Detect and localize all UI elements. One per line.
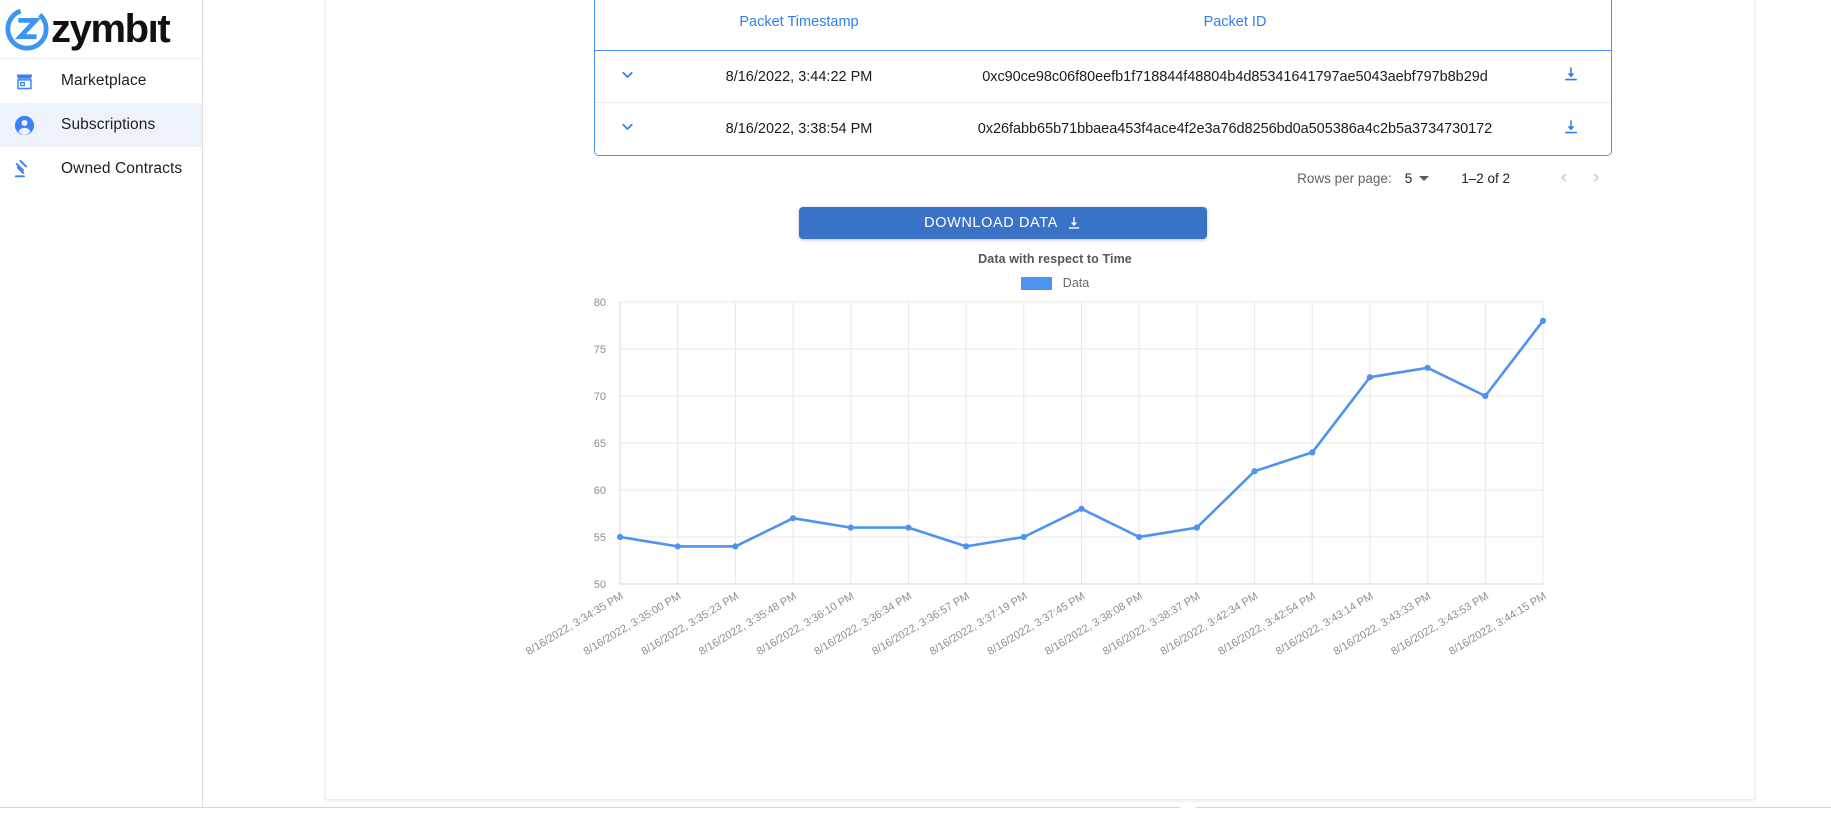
- sidebar: zymbıt Marketplace Subscriptions Owned C…: [0, 0, 203, 816]
- chevron-down-icon: [619, 66, 636, 88]
- y-axis-tick-label: 80: [594, 297, 606, 309]
- column-header-packet-id[interactable]: Packet ID: [939, 14, 1531, 30]
- row-download-button[interactable]: [1531, 118, 1611, 141]
- next-page-button[interactable]: ›: [1580, 162, 1612, 194]
- chart-data-point: [732, 543, 739, 550]
- chart-data-point: [1366, 374, 1374, 381]
- y-axis-tick-label: 65: [594, 438, 606, 450]
- chart-data-point: [963, 543, 970, 550]
- x-axis-tick-label: 8/16/2022, 3:42:54 PM: [1216, 590, 1318, 658]
- sidebar-item-marketplace[interactable]: Marketplace: [0, 59, 202, 103]
- chart-legend: Data: [525, 276, 1585, 290]
- row-expand-button[interactable]: [595, 118, 659, 140]
- chart-data-point: [1078, 505, 1085, 512]
- cell-packet-id: 0xc90ce98c06f80eefb1f718844f48804b4d8534…: [982, 68, 1488, 85]
- previous-page-button[interactable]: ‹: [1548, 162, 1580, 194]
- x-axis-tick-label: 8/16/2022, 3:37:45 PM: [985, 590, 1087, 658]
- row-expand-button[interactable]: [595, 66, 659, 88]
- packet-table: Packet Timestamp Packet ID 8/16/2022, 3:…: [594, 0, 1612, 156]
- y-axis-tick-label: 55: [594, 532, 606, 544]
- main-content: Packet Timestamp Packet ID 8/16/2022, 3:…: [325, 0, 1831, 816]
- y-axis-tick-label: 75: [594, 344, 606, 356]
- pagination-bar: Rows per page: 5 1–2 of 2 ‹ ›: [594, 160, 1612, 196]
- chart-title: Data with respect to Time: [978, 252, 1132, 266]
- download-icon: [1066, 215, 1082, 231]
- chart-data-point: [1539, 317, 1547, 324]
- x-axis-tick-label: 8/16/2022, 3:38:08 PM: [1043, 590, 1145, 658]
- x-axis-tick-label: 8/16/2022, 3:34:35 PM: [525, 590, 626, 658]
- chart-svg: 505560657075808/16/2022, 3:34:35 PM8/16/…: [525, 297, 1549, 658]
- x-axis-tick-label: 8/16/2022, 3:44:15 PM: [1447, 590, 1549, 658]
- x-axis-tick-label: 8/16/2022, 3:35:00 PM: [582, 590, 684, 658]
- logo-wordmark: zymbıt: [51, 7, 171, 51]
- cell-packet-id: 0x26fabb65b71bbaea453f4ace4f2e3a76d8256b…: [977, 121, 1493, 137]
- x-axis-tick-label: 8/16/2022, 3:36:10 PM: [755, 590, 857, 658]
- x-axis-tick-label: 8/16/2022, 3:35:48 PM: [697, 590, 799, 658]
- gavel-icon: [10, 155, 38, 183]
- legend-swatch-data: [1020, 276, 1052, 290]
- y-axis-tick-label: 50: [594, 579, 606, 591]
- logo[interactable]: zymbıt: [0, 0, 202, 59]
- x-axis-tick-label: 8/16/2022, 3:43:33 PM: [1332, 590, 1434, 658]
- x-axis-tick-label: 8/16/2022, 3:36:57 PM: [870, 590, 972, 658]
- x-axis-tick-label: 8/16/2022, 3:37:19 PM: [928, 590, 1030, 658]
- download-data-button-label: DOWNLOAD DATA: [924, 215, 1058, 231]
- x-axis-tick-label: 8/16/2022, 3:43:14 PM: [1274, 590, 1376, 658]
- chart-data-point: [1482, 392, 1489, 400]
- download-icon: [1562, 118, 1580, 141]
- cell-packet-timestamp: 8/16/2022, 3:38:54 PM: [725, 121, 873, 137]
- sidebar-item-label: Marketplace: [61, 72, 147, 89]
- chart-data-point: [789, 515, 797, 522]
- data-chart: Data with respect to Time Data 50 55 60 65 7…: [525, 252, 1585, 692]
- rows-per-page-value: 5: [1404, 170, 1413, 186]
- y-axis-tick-label: 60: [594, 485, 606, 497]
- chart-data-point: [905, 524, 912, 531]
- sidebar-item-subscriptions[interactable]: Subscriptions: [0, 103, 202, 147]
- row-download-button[interactable]: [1531, 65, 1611, 88]
- bottom-strip: [0, 807, 1831, 816]
- chart-data-point: [1193, 524, 1200, 531]
- storefront-icon: [10, 67, 38, 95]
- sidebar-item-owned-contracts[interactable]: Owned Contracts: [0, 147, 202, 191]
- bottom-divider-right: [1196, 807, 1831, 808]
- zymbit-logo-icon: [4, 6, 50, 52]
- x-axis-tick-label: 8/16/2022, 3:36:34 PM: [812, 590, 914, 658]
- cell-packet-timestamp: 8/16/2022, 3:44:22 PM: [725, 68, 873, 85]
- chart-data-point: [1424, 364, 1431, 371]
- chart-data-point: [1309, 449, 1316, 456]
- sidebar-item-label: Owned Contracts: [61, 160, 183, 177]
- x-axis-tick-label: 8/16/2022, 3:42:34 PM: [1159, 590, 1261, 658]
- rows-per-page-select[interactable]: 5: [1405, 171, 1430, 186]
- table-row[interactable]: 8/16/2022, 3:38:54 PM 0x26fabb65b71bbaea…: [595, 103, 1611, 155]
- x-axis-tick-label: 8/16/2022, 3:43:53 PM: [1389, 590, 1491, 658]
- chevron-down-icon: [1419, 175, 1430, 181]
- chart-data-point: [847, 524, 854, 531]
- download-icon: [1562, 65, 1580, 88]
- chart-data-point: [1020, 533, 1027, 541]
- chart-data-point: [1251, 468, 1258, 475]
- legend-label-data: Data: [1062, 276, 1090, 290]
- account-circle-icon: [10, 111, 38, 139]
- pagination-range-label: 1–2 of 2: [1461, 170, 1510, 186]
- table-row[interactable]: 8/16/2022, 3:44:22 PM 0xc90ce98c06f80eef…: [595, 51, 1611, 103]
- chart-data-point: [674, 543, 681, 550]
- y-axis-tick-label: 70: [594, 391, 606, 403]
- chart-data-point: [1136, 533, 1143, 541]
- table-header-row: Packet Timestamp Packet ID: [595, 0, 1611, 51]
- sidebar-item-label: Subscriptions: [61, 116, 156, 133]
- chart-data-point: [616, 533, 624, 541]
- x-axis-tick-label: 8/16/2022, 3:35:23 PM: [639, 590, 741, 658]
- x-axis-tick-label: 8/16/2022, 3:38:37 PM: [1101, 590, 1203, 658]
- download-data-button[interactable]: DOWNLOAD DATA: [799, 207, 1207, 239]
- column-header-packet-timestamp[interactable]: Packet Timestamp: [659, 14, 939, 30]
- bottom-divider-left: [0, 807, 1180, 808]
- app-root: zymbıt Marketplace Subscriptions Owned C…: [0, 0, 1831, 816]
- rows-per-page-label: Rows per page:: [1297, 170, 1392, 186]
- chevron-down-icon: [619, 118, 636, 140]
